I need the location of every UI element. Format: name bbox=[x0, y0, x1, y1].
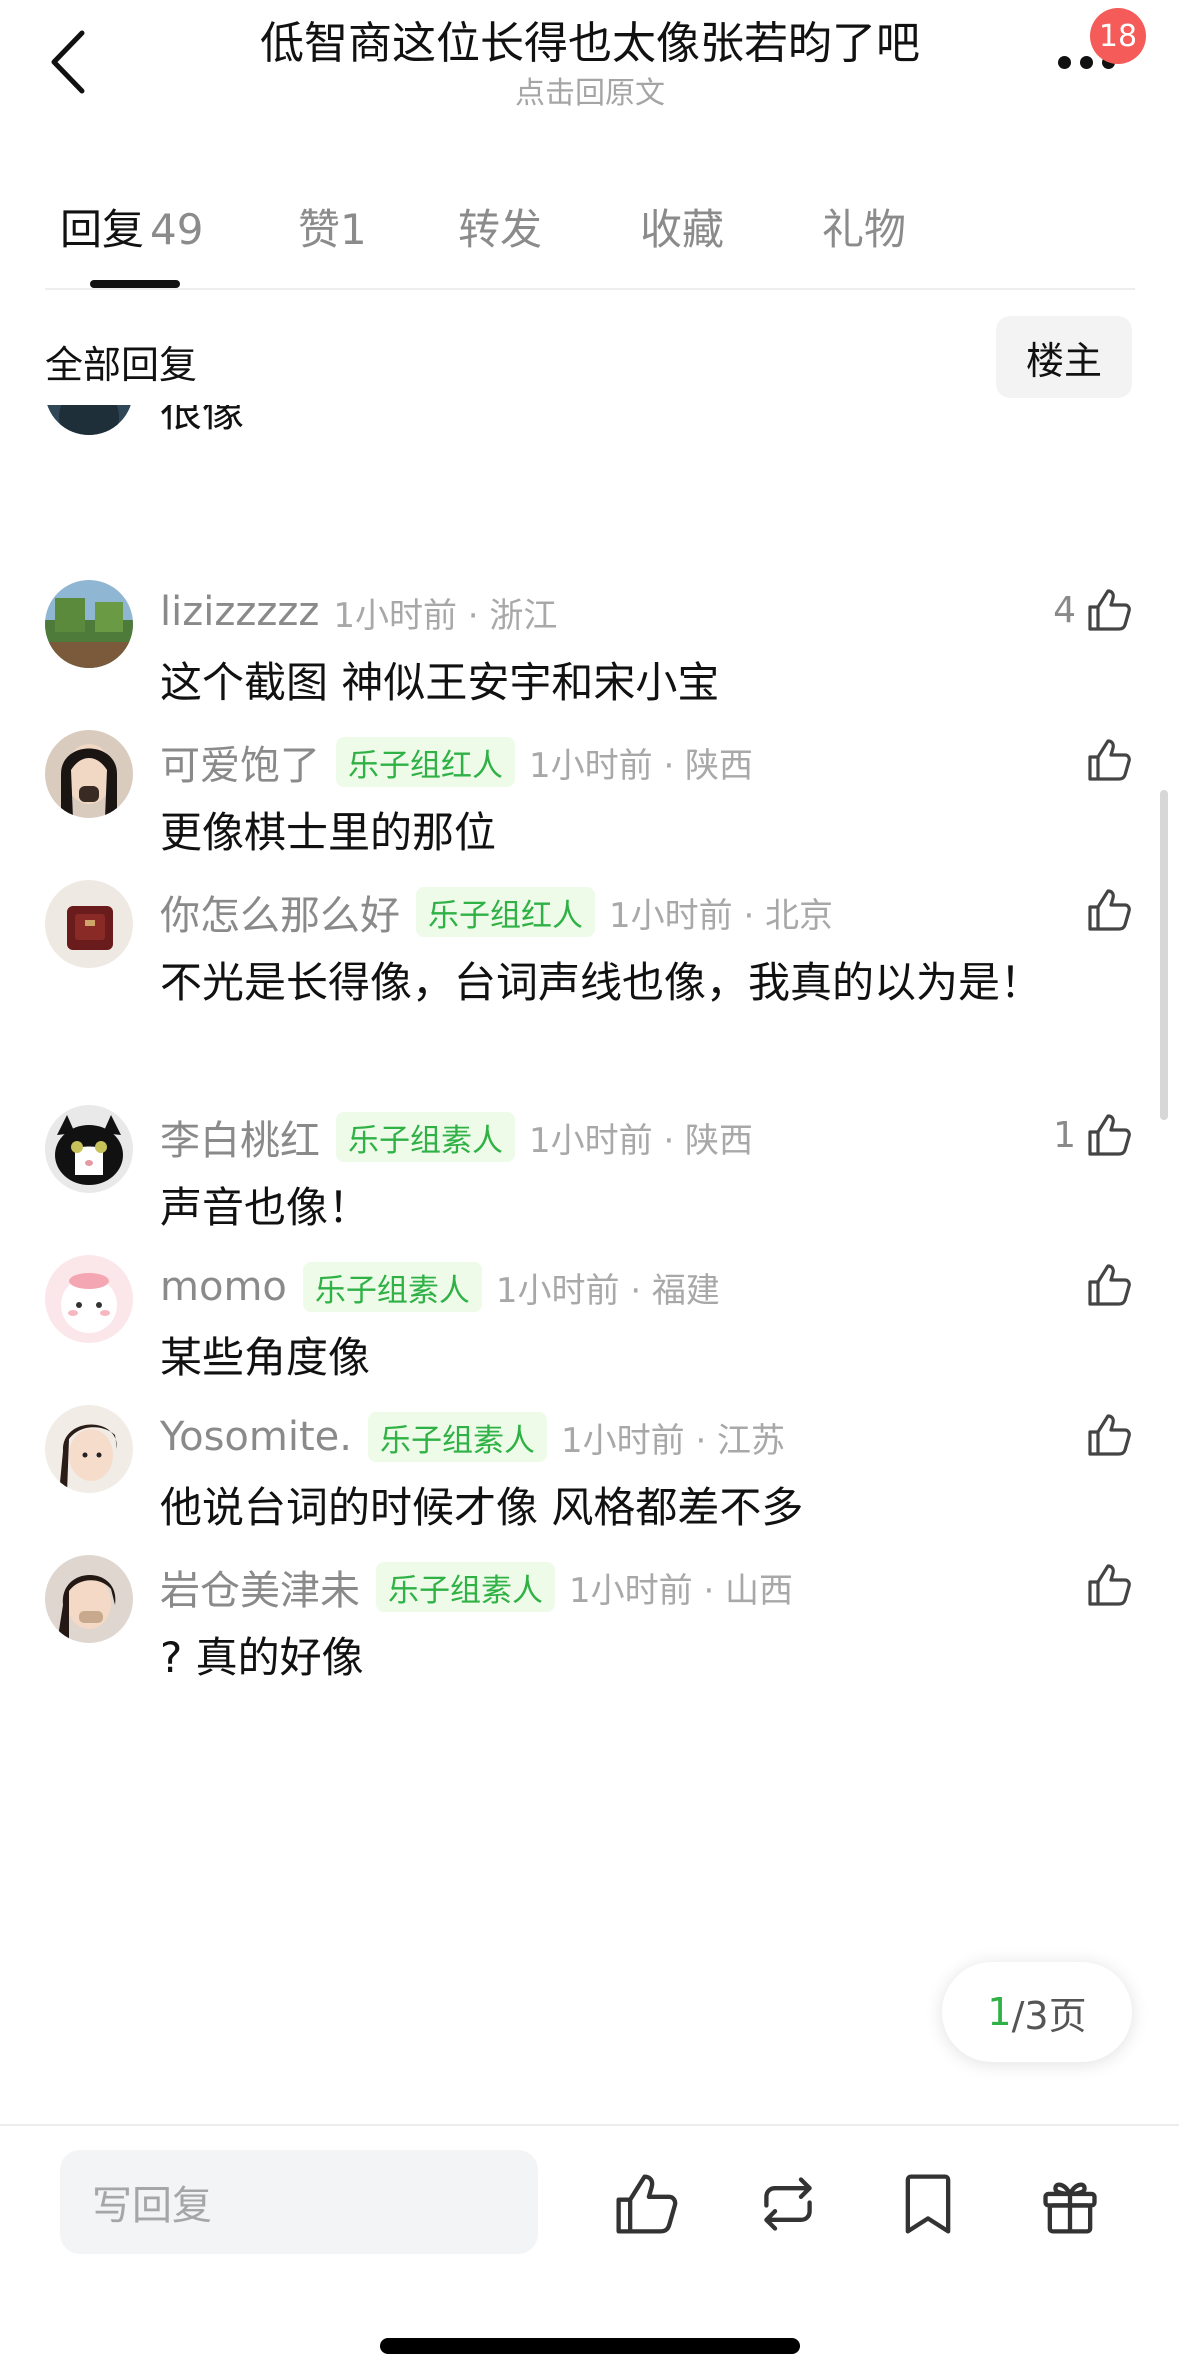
comment-text: 他说台词的时候才像 风格都差不多 bbox=[160, 1483, 804, 1532]
user-avatar[interactable] bbox=[45, 1405, 133, 1493]
user-avatar[interactable] bbox=[45, 580, 133, 668]
page-total: /3页 bbox=[1011, 1993, 1087, 2038]
like-button[interactable]: 1 bbox=[1053, 1105, 1134, 1165]
comment-text: 不光是长得像，台词声线也像，我真的以为是！ bbox=[160, 958, 1043, 1007]
reply-input[interactable]: 写回复 bbox=[60, 2150, 538, 2254]
comment-text: 很像 bbox=[160, 405, 245, 436]
thumbs-up-icon bbox=[1088, 1414, 1131, 1456]
tab-likes[interactable]: 赞1 bbox=[298, 196, 367, 257]
user-badge: 乐子组红人 bbox=[336, 737, 515, 787]
comment-meta: 李白桃红 乐子组素人 1小时前 · 陕西 bbox=[160, 1107, 753, 1167]
comment-time: 1小时前 · 北京 bbox=[609, 895, 834, 936]
bookmark-button[interactable] bbox=[892, 2168, 964, 2240]
thumbs-up-icon bbox=[1088, 1114, 1131, 1156]
gift-icon bbox=[1043, 2182, 1097, 2234]
page-title: 低智商这位长得也太像张若昀了吧 bbox=[260, 18, 920, 69]
comment-text: 这个截图 神似王安宇和宋小宝 bbox=[160, 658, 720, 707]
scrollbar[interactable] bbox=[1160, 790, 1168, 1120]
like-button[interactable] bbox=[1084, 1255, 1134, 1315]
tab-bar: 回复 49 赞1 转发 收藏 礼物 bbox=[0, 190, 1179, 290]
comment-time: 1小时前 · 陕西 bbox=[529, 745, 754, 786]
repost-icon bbox=[764, 2177, 812, 2231]
gift-button[interactable] bbox=[1034, 2168, 1106, 2240]
user-avatar[interactable] bbox=[45, 405, 133, 435]
comment-text: 声音也像！ bbox=[160, 1183, 371, 1232]
comment-time: 1小时前 · 山西 bbox=[569, 1570, 794, 1611]
tab-gifts[interactable]: 礼物 bbox=[822, 196, 906, 257]
active-tab-indicator bbox=[90, 280, 180, 288]
notification-badge: 18 bbox=[1090, 8, 1146, 64]
home-indicator[interactable] bbox=[380, 2338, 800, 2354]
username[interactable]: lizizzzzz bbox=[160, 589, 319, 635]
user-badge: 乐子组红人 bbox=[416, 887, 595, 937]
comment-text: 更像棋士里的那位 bbox=[160, 808, 497, 857]
user-badge: 乐子组素人 bbox=[336, 1112, 515, 1162]
comment-meta: 岩仓美津未 乐子组素人 1小时前 · 山西 bbox=[160, 1557, 793, 1617]
username[interactable]: 岩仓美津未 bbox=[160, 1558, 360, 1616]
title-area[interactable]: 低智商这位长得也太像张若昀了吧 点击回原文 bbox=[160, 14, 1020, 112]
back-button[interactable] bbox=[38, 22, 98, 102]
comment-time: 1小时前 · 陕西 bbox=[529, 1120, 754, 1161]
chevron-left-icon bbox=[51, 30, 85, 94]
thumbs-up-icon bbox=[616, 2174, 678, 2234]
thumbs-up-icon bbox=[1088, 1264, 1131, 1306]
bottom-action-bar: 写回复 bbox=[0, 2124, 1179, 2379]
back-to-original-link[interactable]: 点击回原文 bbox=[160, 76, 1020, 112]
user-avatar[interactable] bbox=[45, 730, 133, 818]
like-post-button[interactable] bbox=[610, 2168, 682, 2240]
username[interactable]: Yosomite. bbox=[160, 1414, 352, 1460]
top-bar: 低智商这位长得也太像张若昀了吧 点击回原文 18 bbox=[0, 0, 1179, 150]
like-button[interactable] bbox=[1084, 1405, 1134, 1465]
comment-time: 1小时前 · 浙江 bbox=[333, 595, 558, 636]
comment-meta: Yosomite. 乐子组素人 1小时前 · 江苏 bbox=[160, 1407, 785, 1467]
tab-likes-label: 赞 bbox=[298, 205, 341, 254]
comment-meta: lizizzzzz 1小时前 · 浙江 bbox=[160, 582, 557, 642]
tab-replies-label: 回复 bbox=[60, 205, 145, 254]
comment-meta: 可爱饱了 乐子组红人 1小时前 · 陕西 bbox=[160, 732, 753, 792]
all-replies-label[interactable]: 全部回复 bbox=[45, 334, 197, 389]
like-button[interactable] bbox=[1084, 730, 1134, 790]
user-avatar[interactable] bbox=[45, 880, 133, 968]
username[interactable]: 李白桃红 bbox=[160, 1108, 320, 1166]
username[interactable]: 你怎么那么好 bbox=[160, 883, 400, 941]
comment-meta: momo 乐子组素人 1小时前 · 福建 bbox=[160, 1257, 720, 1317]
username[interactable]: 可爱饱了 bbox=[160, 733, 320, 791]
user-avatar[interactable] bbox=[45, 1555, 133, 1643]
comment-list[interactable]: 很像 lizizzzzz 1小时前 · 浙江 4 这个截图 神似王安宇和宋小宝 … bbox=[0, 405, 1179, 2125]
comment-meta: 你怎么那么好 乐子组红人 1小时前 · 北京 bbox=[160, 882, 833, 942]
tab-replies[interactable]: 回复 49 bbox=[60, 196, 203, 257]
thumbs-up-icon bbox=[1088, 889, 1131, 931]
comment-time: 1小时前 · 福建 bbox=[495, 1270, 720, 1311]
like-count: 1 bbox=[1053, 1114, 1076, 1156]
user-badge: 乐子组素人 bbox=[368, 1412, 547, 1462]
like-button[interactable] bbox=[1084, 880, 1134, 940]
tab-likes-count: 1 bbox=[340, 205, 367, 254]
bookmark-icon bbox=[905, 2174, 951, 2234]
comment-text: 某些角度像 bbox=[160, 1333, 371, 1382]
comment-time: 1小时前 · 江苏 bbox=[561, 1420, 786, 1461]
tab-reposts[interactable]: 转发 bbox=[458, 196, 542, 257]
tab-favorites[interactable]: 收藏 bbox=[640, 196, 724, 257]
user-avatar[interactable] bbox=[45, 1255, 133, 1343]
like-count: 4 bbox=[1053, 589, 1076, 631]
username[interactable]: momo bbox=[160, 1264, 287, 1310]
comment-text: ? 真的好像 bbox=[160, 1633, 364, 1682]
tab-replies-count: 49 bbox=[150, 205, 204, 254]
user-avatar[interactable] bbox=[45, 1105, 133, 1193]
user-badge: 乐子组素人 bbox=[302, 1262, 482, 1312]
like-button[interactable]: 4 bbox=[1053, 580, 1134, 640]
divider bbox=[45, 288, 1135, 290]
repost-button[interactable] bbox=[752, 2168, 824, 2240]
thumbs-up-icon bbox=[1088, 1564, 1131, 1606]
page-indicator[interactable]: 1/3页 bbox=[942, 1962, 1132, 2062]
current-page: 1 bbox=[987, 1990, 1012, 2034]
thumbs-up-icon bbox=[1088, 739, 1131, 781]
thumbs-up-icon bbox=[1088, 589, 1131, 631]
like-button[interactable] bbox=[1084, 1555, 1134, 1615]
user-badge: 乐子组素人 bbox=[376, 1562, 555, 1612]
owner-filter-button[interactable]: 楼主 bbox=[996, 316, 1132, 398]
